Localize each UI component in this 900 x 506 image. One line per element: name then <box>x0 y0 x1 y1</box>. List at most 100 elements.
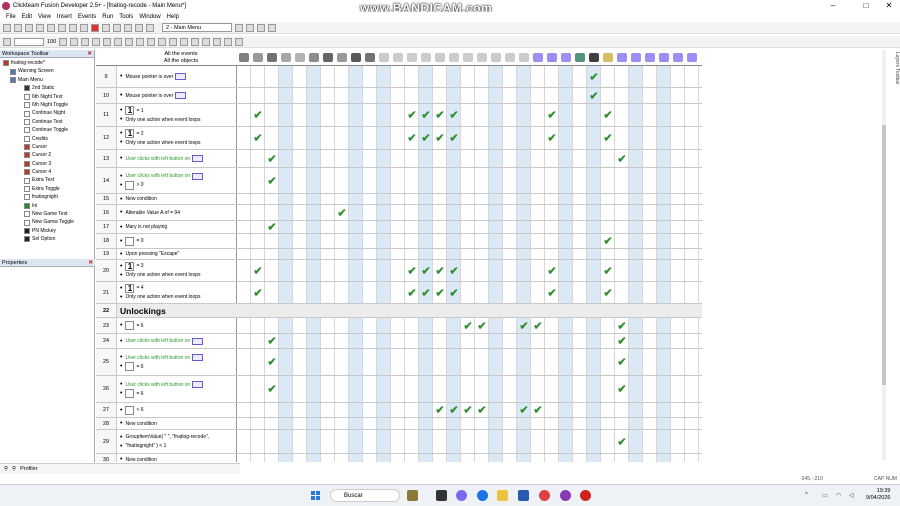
action-cell[interactable] <box>363 104 377 126</box>
action-cell[interactable] <box>433 88 447 103</box>
action-cell[interactable] <box>503 194 517 204</box>
tree-item[interactable]: Credits <box>0 135 94 143</box>
action-cell[interactable] <box>489 403 503 417</box>
action-cell[interactable] <box>615 205 629 220</box>
action-cell[interactable] <box>503 104 517 126</box>
action-cell[interactable] <box>279 234 293 248</box>
event-conditions[interactable]: • Alterable Value A of = 94 <box>117 205 237 220</box>
action-cell[interactable] <box>475 104 489 126</box>
action-cell[interactable] <box>405 66 419 87</box>
event-row[interactable]: 9 • Mouse pointer is over ✔ <box>96 66 702 88</box>
tree-item[interactable]: Warning Screen <box>0 67 94 75</box>
action-cell[interactable] <box>629 430 643 453</box>
object-column-icon[interactable] <box>589 53 599 62</box>
action-cell[interactable] <box>517 260 531 281</box>
action-cell[interactable] <box>321 403 335 417</box>
action-cell[interactable] <box>377 127 391 149</box>
action-cell[interactable]: ✔ <box>265 168 279 193</box>
action-cell[interactable] <box>447 150 461 167</box>
action-cell[interactable] <box>265 194 279 204</box>
open-icon[interactable] <box>14 23 22 32</box>
action-cell[interactable] <box>657 454 671 462</box>
action-cell[interactable] <box>475 260 489 281</box>
action-cell[interactable] <box>447 349 461 375</box>
action-cell[interactable] <box>391 334 405 348</box>
action-cell[interactable] <box>559 194 573 204</box>
object-column-icon[interactable] <box>407 53 417 62</box>
tree-item[interactable]: fnatiognight <box>0 193 94 201</box>
action-cell[interactable] <box>601 334 615 348</box>
action-cell[interactable] <box>307 150 321 167</box>
action-cell[interactable]: ✔ <box>447 403 461 417</box>
action-cell[interactable] <box>545 249 559 259</box>
action-cell[interactable] <box>503 249 517 259</box>
action-cell[interactable] <box>265 430 279 453</box>
action-cell[interactable] <box>531 194 545 204</box>
action-cell[interactable] <box>251 168 265 193</box>
action-cell[interactable] <box>517 168 531 193</box>
action-cell[interactable] <box>293 349 307 375</box>
action-cell[interactable] <box>629 418 643 429</box>
object-column-icon[interactable] <box>533 53 543 62</box>
action-cell[interactable]: ✔ <box>601 104 615 126</box>
action-cell[interactable] <box>321 88 335 103</box>
action-cell[interactable] <box>363 282 377 303</box>
profiler-tab[interactable]: Profiler <box>20 466 37 472</box>
action-cell[interactable] <box>265 127 279 149</box>
bottom-icon[interactable]: ⚲ <box>4 466 8 472</box>
bottom-icon-2[interactable]: ⚲ <box>12 466 16 472</box>
event-row[interactable]: 28 • New condition <box>96 418 702 430</box>
action-cell[interactable] <box>629 127 643 149</box>
action-cell[interactable] <box>461 430 475 453</box>
action-cell[interactable] <box>335 150 349 167</box>
copilot-icon[interactable] <box>456 490 467 501</box>
action-cell[interactable] <box>349 318 363 333</box>
action-cell[interactable]: ✔ <box>335 205 349 220</box>
event-row[interactable]: 10 • Mouse pointer is over ✔ <box>96 88 702 104</box>
action-cell[interactable] <box>433 454 447 462</box>
event-row[interactable]: 12 • 1 = 2 • Only one action when event loops… <box>96 127 702 150</box>
action-cell[interactable]: ✔ <box>615 150 629 167</box>
action-cell[interactable] <box>279 194 293 204</box>
action-cell[interactable]: ✔ <box>475 318 489 333</box>
action-cell[interactable] <box>615 234 629 248</box>
action-cell[interactable] <box>447 205 461 220</box>
event-conditions[interactable]: • New condition <box>117 418 237 429</box>
action-cell[interactable] <box>391 454 405 462</box>
object-column-icon[interactable] <box>379 53 389 62</box>
action-cell[interactable] <box>433 150 447 167</box>
action-cell[interactable] <box>335 349 349 375</box>
action-cell[interactable] <box>293 282 307 303</box>
action-cell[interactable]: ✔ <box>447 282 461 303</box>
action-cell[interactable] <box>293 66 307 87</box>
action-cell[interactable] <box>601 403 615 417</box>
action-cell[interactable] <box>363 454 377 462</box>
action-cell[interactable] <box>307 194 321 204</box>
action-cell[interactable] <box>335 168 349 193</box>
tree-item[interactable]: Extra Text <box>0 176 94 184</box>
action-cell[interactable] <box>307 318 321 333</box>
action-cell[interactable] <box>545 205 559 220</box>
action-cell[interactable] <box>573 454 587 462</box>
action-cell[interactable] <box>293 221 307 233</box>
action-cell[interactable] <box>545 234 559 248</box>
action-cell[interactable] <box>503 318 517 333</box>
event-conditions[interactable]: • New condition <box>117 454 237 462</box>
zoom-slider[interactable] <box>14 37 44 46</box>
action-cell[interactable] <box>685 418 699 429</box>
action-cell[interactable] <box>503 150 517 167</box>
action-cell[interactable] <box>643 334 657 348</box>
action-cell[interactable] <box>335 282 349 303</box>
object-column-icon[interactable] <box>309 53 319 62</box>
action-cell[interactable] <box>685 430 699 453</box>
action-cell[interactable] <box>643 349 657 375</box>
action-cell[interactable] <box>517 221 531 233</box>
action-cell[interactable] <box>545 349 559 375</box>
action-cell[interactable] <box>559 334 573 348</box>
action-cell[interactable] <box>405 418 419 429</box>
action-cell[interactable]: ✔ <box>251 282 265 303</box>
action-cell[interactable] <box>657 260 671 281</box>
action-cell[interactable] <box>545 334 559 348</box>
action-cell[interactable] <box>629 249 643 259</box>
action-cell[interactable] <box>419 418 433 429</box>
